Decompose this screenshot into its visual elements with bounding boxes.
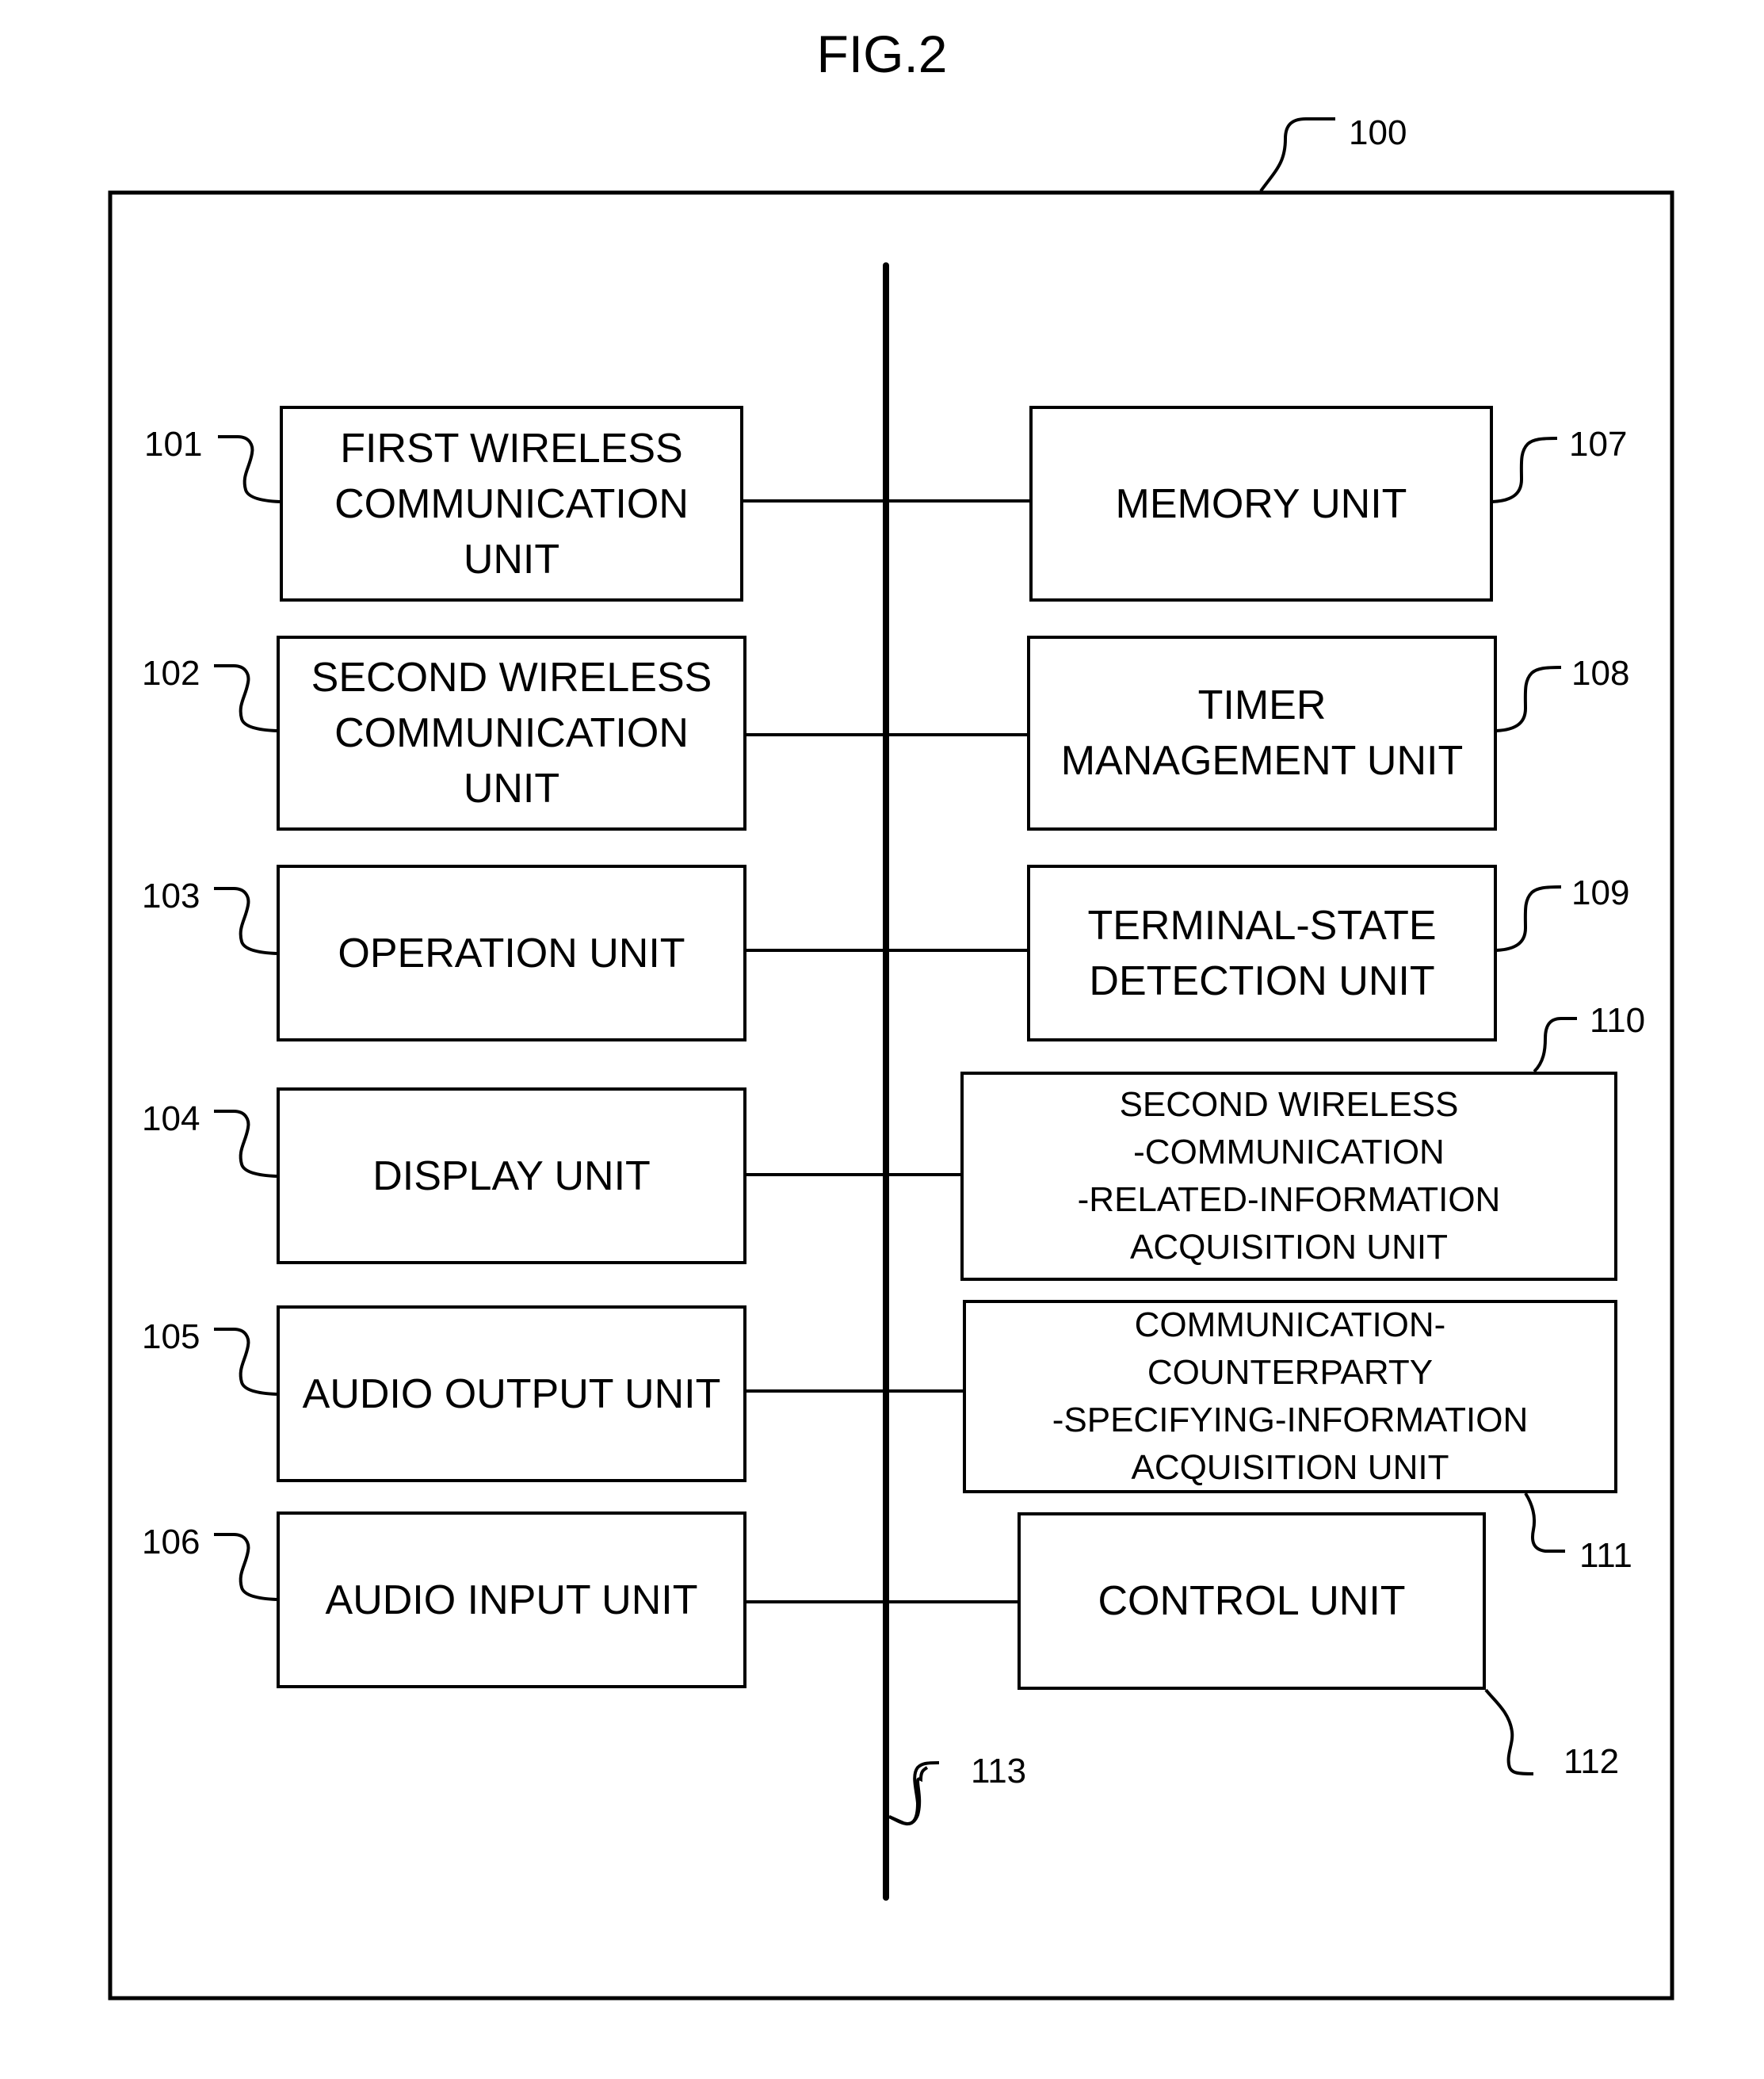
leader-109 <box>1495 885 1562 952</box>
block-label: MANAGEMENT UNIT <box>1060 738 1464 784</box>
block-label: OPERATION UNIT <box>338 930 685 976</box>
block-label: CONTROL UNIT <box>1098 1578 1406 1624</box>
block-memory-unit: MEMORY UNIT <box>1029 406 1493 602</box>
ref-110: 110 <box>1590 1001 1646 1040</box>
ref-107: 107 <box>1569 425 1628 464</box>
block-second-wireless-communication-related-information-acquisition-unit: SECOND WIRELESS -COMMUNICATION -RELATED-… <box>960 1072 1617 1281</box>
block-label: MEMORY UNIT <box>1115 480 1407 527</box>
block-label: FIRST WIRELESS <box>340 425 683 472</box>
block-label: ACQUISITION UNIT <box>1131 1448 1449 1487</box>
leader-113 <box>888 1766 929 1826</box>
leader-101 <box>218 435 281 503</box>
block-label: TIMER <box>1197 682 1327 728</box>
block-display-unit: DISPLAY UNIT <box>277 1087 746 1264</box>
ref-108: 108 <box>1571 654 1630 693</box>
ref-105: 105 <box>142 1317 200 1356</box>
leader-100 <box>1259 117 1335 193</box>
block-label: DETECTION UNIT <box>1089 957 1435 1004</box>
leader-108 <box>1495 666 1562 732</box>
ref-101: 101 <box>144 425 203 464</box>
ref-109: 109 <box>1571 873 1630 912</box>
ref-111: 111 <box>1579 1536 1632 1575</box>
ref-103: 103 <box>142 877 200 915</box>
block-label: COMMUNICATION <box>334 710 689 756</box>
block-label: -SPECIFYING-INFORMATION <box>1052 1401 1529 1439</box>
block-label: DISPLAY UNIT <box>372 1152 651 1199</box>
block-label: UNIT <box>463 536 560 583</box>
leader-102 <box>214 664 277 732</box>
block-terminal-state-detection-unit: TERMINAL-STATE DETECTION UNIT <box>1027 865 1497 1041</box>
leader-113-hook <box>888 1761 940 1825</box>
block-timer-management-unit: TIMER MANAGEMENT UNIT <box>1027 636 1497 831</box>
block-label: COMMUNICATION- <box>1134 1305 1446 1344</box>
leader-104 <box>214 1110 277 1178</box>
block-label: UNIT <box>463 766 560 812</box>
ref-112: 112 <box>1564 1742 1620 1781</box>
block-communication-counterparty-specifying-information-acquisition-unit: COMMUNICATION- COUNTERPARTY -SPECIFYING-… <box>963 1300 1617 1493</box>
block-label: AUDIO INPUT UNIT <box>325 1576 698 1623</box>
leader-105 <box>214 1328 277 1396</box>
block-label: SECOND WIRELESS <box>1119 1085 1459 1124</box>
leader-106 <box>214 1533 277 1601</box>
block-label: SECOND WIRELESS <box>311 655 712 701</box>
leader-112 <box>1484 1688 1534 1775</box>
block-label: ACQUISITION UNIT <box>1130 1228 1448 1267</box>
block-audio-input-unit: AUDIO INPUT UNIT <box>277 1511 746 1688</box>
diagram-lines <box>108 117 1674 2001</box>
block-audio-output-unit: AUDIO OUTPUT UNIT <box>277 1305 746 1482</box>
block-label: AUDIO OUTPUT UNIT <box>302 1370 721 1417</box>
block-first-wireless-communication-unit: FIRST WIRELESS COMMUNICATION UNIT <box>280 406 743 602</box>
leader-103 <box>214 887 277 955</box>
leader-111 <box>1524 1492 1565 1553</box>
leader-107 <box>1491 437 1558 503</box>
block-operation-unit: OPERATION UNIT <box>277 865 746 1041</box>
leader-110 <box>1533 1017 1577 1073</box>
ref-104: 104 <box>142 1099 200 1138</box>
block-label: TERMINAL-STATE <box>1087 902 1437 949</box>
ref-106: 106 <box>142 1523 200 1561</box>
ref-113: 113 <box>971 1752 1027 1790</box>
block-label: -RELATED-INFORMATION <box>1077 1180 1501 1219</box>
block-control-unit: CONTROL UNIT <box>1018 1512 1486 1690</box>
figure-title: FIG.2 <box>816 25 948 83</box>
block-label: COMMUNICATION <box>334 480 689 527</box>
ref-102: 102 <box>142 654 200 693</box>
block-second-wireless-communication-unit: SECOND WIRELESS COMMUNICATION UNIT <box>277 636 746 831</box>
block-label: -COMMUNICATION <box>1133 1133 1445 1171</box>
block-label: COUNTERPARTY <box>1147 1353 1434 1392</box>
ref-100: 100 <box>1349 113 1407 152</box>
